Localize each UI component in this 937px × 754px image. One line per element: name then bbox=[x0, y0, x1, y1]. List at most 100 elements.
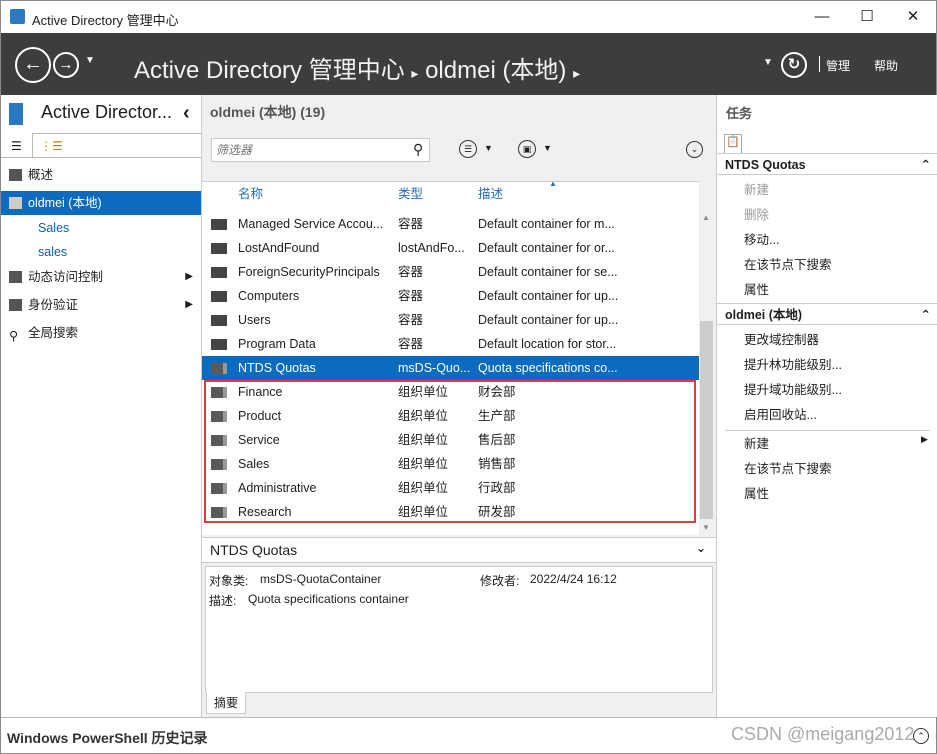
detail-header: NTDS Quotas ⌄ bbox=[202, 537, 716, 563]
nav-item-oldmei[interactable]: oldmei (本地)▶ bbox=[1, 191, 211, 215]
scroll-down-icon[interactable]: ▼ bbox=[702, 523, 710, 532]
container-icon bbox=[211, 267, 227, 278]
tasks-section-ntds[interactable]: NTDS Quotas ⌃ bbox=[717, 153, 937, 175]
status-bar: Windows PowerShell 历史记录 CSDN @meigang201… bbox=[1, 717, 936, 753]
manage-menu[interactable]: 管理 bbox=[826, 57, 850, 74]
list-view-tab-icon[interactable]: ☰ bbox=[11, 139, 22, 153]
scrollbar-thumb[interactable] bbox=[700, 321, 713, 519]
task-item[interactable]: 在该节点下搜索 bbox=[744, 254, 832, 276]
nav-pane-title: Active Director... bbox=[41, 102, 173, 122]
column-header-name[interactable]: 名称 bbox=[238, 183, 263, 202]
minimize-button[interactable]: — bbox=[807, 5, 837, 29]
submenu-arrow-icon: ▶ bbox=[921, 434, 928, 444]
breadcrumb-root[interactable]: Active Directory 管理中心 bbox=[134, 57, 405, 84]
content-title: oldmei (本地) (19) bbox=[210, 104, 326, 120]
table-row[interactable]: LostAndFound lostAndFo... Default contai… bbox=[202, 236, 699, 260]
cell-description: Quota specifications co... bbox=[478, 361, 618, 375]
clipboard-icon[interactable]: 📋 bbox=[724, 134, 742, 154]
task-item[interactable]: 新建 bbox=[744, 179, 769, 201]
nav-item-sales[interactable]: Sales bbox=[1, 216, 201, 240]
divider bbox=[819, 56, 820, 72]
cell-type: 容器 bbox=[398, 289, 424, 303]
object-class-label: 对象类: bbox=[209, 574, 249, 588]
dropdown-icon[interactable]: ▼ bbox=[484, 143, 493, 153]
nav-item-overview[interactable]: 概述 bbox=[1, 163, 201, 187]
table-row[interactable]: Users 容器 Default container for up... bbox=[202, 308, 699, 332]
column-header-description[interactable]: 描述 bbox=[478, 183, 503, 202]
task-item[interactable]: 属性 bbox=[744, 279, 769, 301]
filter-input[interactable] bbox=[211, 138, 430, 162]
back-button[interactable]: ← bbox=[15, 47, 51, 83]
breadcrumb-sep[interactable]: ▸ bbox=[573, 65, 580, 81]
expand-filter-button[interactable]: ⌄ bbox=[686, 141, 703, 158]
app-icon bbox=[10, 9, 25, 24]
tasks-section-oldmei[interactable]: oldmei (本地) ⌃ bbox=[717, 303, 937, 325]
description-value: Quota specifications container bbox=[248, 592, 409, 606]
nav-item-dynamic-access-control[interactable]: 动态访问控制 ▶ bbox=[1, 265, 201, 289]
search-icon: ⚲ bbox=[9, 329, 19, 343]
breadcrumb-sep: ▸ bbox=[411, 65, 419, 81]
modified-label: 修改者: bbox=[480, 574, 520, 588]
maximize-button[interactable]: ☐ bbox=[852, 5, 882, 29]
cell-name: Computers bbox=[238, 289, 300, 303]
task-item[interactable]: 更改域控制器 bbox=[744, 329, 819, 351]
scrollbar[interactable]: ▲ ▼ bbox=[699, 211, 714, 535]
cell-type: 容器 bbox=[398, 337, 424, 351]
search-icon[interactable]: ⚲ bbox=[413, 141, 423, 158]
container-icon bbox=[211, 363, 227, 374]
object-class-value: msDS-QuotaContainer bbox=[260, 572, 382, 586]
window-title: Active Directory 管理中心 bbox=[32, 13, 179, 28]
table-row[interactable]: Computers 容器 Default container for up... bbox=[202, 284, 699, 308]
collapse-icon[interactable]: ⌃ bbox=[921, 154, 931, 176]
task-item[interactable]: 属性 bbox=[744, 483, 769, 505]
table-row[interactable]: Managed Service Accou... 容器 Default cont… bbox=[202, 212, 699, 236]
task-item[interactable]: 新建 bbox=[744, 433, 769, 455]
cell-name: NTDS Quotas bbox=[238, 361, 316, 375]
history-dropdown-icon[interactable]: ▼ bbox=[85, 55, 95, 66]
tasks-title: 任务 bbox=[726, 106, 753, 121]
task-item[interactable]: 提升域功能级别... bbox=[744, 379, 842, 401]
collapse-detail-icon[interactable]: ⌄ bbox=[696, 541, 706, 555]
collapse-button[interactable]: ‹ bbox=[183, 102, 190, 125]
expand-powershell-icon[interactable]: ⌃ bbox=[913, 728, 929, 744]
expand-arrow-icon[interactable]: ▶ bbox=[185, 265, 193, 289]
nav-item-authentication[interactable]: 身份验证 ▶ bbox=[1, 293, 201, 317]
dropdown-icon[interactable]: ▼ bbox=[763, 57, 773, 68]
cell-name: Managed Service Accou... bbox=[238, 217, 384, 231]
scroll-up-icon[interactable]: ▲ bbox=[702, 213, 710, 222]
cell-description: Default container for m... bbox=[478, 217, 615, 231]
powershell-history-label[interactable]: Windows PowerShell 历史记录 bbox=[7, 728, 208, 748]
forward-button[interactable]: → bbox=[53, 52, 79, 78]
task-item[interactable]: 启用回收站... bbox=[744, 404, 817, 426]
expand-arrow-icon[interactable]: ▶ bbox=[185, 293, 193, 317]
task-item[interactable]: 提升林功能级别... bbox=[744, 354, 842, 376]
tree-view-tab-icon[interactable]: ⋮☰ bbox=[32, 133, 202, 158]
close-button[interactable]: ✕ bbox=[898, 5, 928, 29]
cell-description: Default container for or... bbox=[478, 241, 615, 255]
table-row[interactable]: NTDS Quotas msDS-Quo... Quota specificat… bbox=[202, 356, 699, 380]
cell-type: lostAndFo... bbox=[398, 241, 465, 255]
table-row[interactable]: ForeignSecurityPrincipals 容器 Default con… bbox=[202, 260, 699, 284]
column-header-type[interactable]: 类型 bbox=[398, 183, 423, 202]
view-options-button[interactable]: ☰ bbox=[459, 140, 477, 158]
detail-panel: 对象类: msDS-QuotaContainer 修改者: 2022/4/24 … bbox=[205, 566, 713, 693]
breadcrumb-node[interactable]: oldmei (本地) bbox=[425, 57, 566, 84]
nav-item-sales-2[interactable]: sales bbox=[1, 240, 201, 264]
task-item[interactable]: 删除 bbox=[744, 204, 769, 226]
refresh-button[interactable]: ↻ bbox=[781, 52, 807, 78]
tab-summary[interactable]: 摘要 bbox=[206, 692, 246, 714]
divider bbox=[725, 430, 930, 431]
help-menu[interactable]: 帮助 bbox=[874, 57, 898, 74]
task-item[interactable]: 移动... bbox=[744, 229, 779, 251]
cell-name: Users bbox=[238, 313, 271, 327]
modified-value: 2022/4/24 16:12 bbox=[530, 572, 617, 586]
collapse-icon[interactable]: ⌃ bbox=[921, 304, 931, 326]
folder-icon bbox=[9, 299, 22, 311]
dropdown-icon[interactable]: ▼ bbox=[543, 143, 552, 153]
nav-label: 全局搜索 bbox=[28, 326, 79, 340]
table-row[interactable]: Program Data 容器 Default location for sto… bbox=[202, 332, 699, 356]
folder-icon bbox=[9, 271, 22, 283]
nav-item-global-search[interactable]: ⚲ 全局搜索 bbox=[1, 321, 201, 345]
task-item[interactable]: 在该节点下搜索 bbox=[744, 458, 832, 480]
save-query-button[interactable]: ▣ bbox=[518, 140, 536, 158]
